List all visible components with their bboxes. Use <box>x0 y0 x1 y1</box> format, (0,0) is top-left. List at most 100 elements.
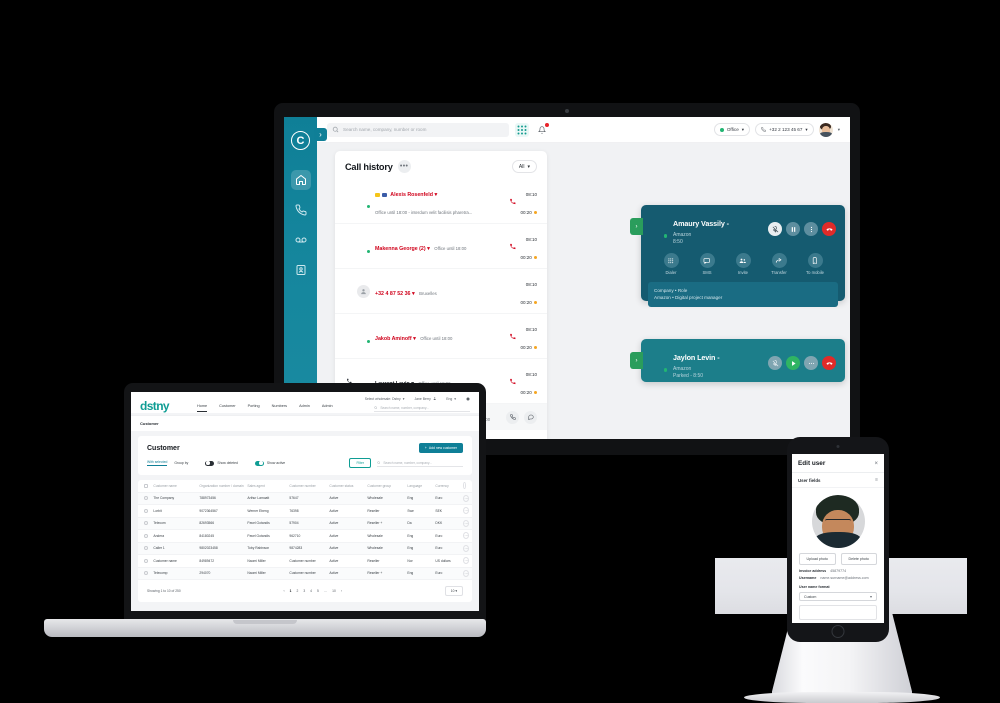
cell-org-number: 84989472 <box>199 558 215 563</box>
sidebar-item-voicemail[interactable] <box>291 230 311 250</box>
nav-search-input[interactable]: Search name, number, company... <box>374 404 470 412</box>
row-checkbox[interactable] <box>144 521 149 526</box>
select-all-checkbox[interactable] <box>144 483 149 488</box>
avatar <box>650 221 668 239</box>
notifications-button[interactable] <box>535 121 550 137</box>
filter-button[interactable]: Filter <box>349 458 371 468</box>
row-menu-button[interactable]: ⋯ <box>463 507 470 515</box>
tool-to-mobile[interactable]: To mobile <box>802 253 828 275</box>
sidebar-item-contacts[interactable] <box>291 260 311 280</box>
user-photo[interactable] <box>811 495 865 548</box>
row-menu-button[interactable]: ⋯ <box>463 569 470 577</box>
wholesale-selector[interactable]: Select wholesale: Dstny ▾ <box>365 397 405 401</box>
text-input[interactable] <box>799 605 877 620</box>
sidebar-item-home[interactable] <box>290 170 311 190</box>
table-row[interactable]: Andera 84180245 Pavel Gotandis 962710 Ac… <box>138 530 472 543</box>
phone-screen: Edit user × User fields ≡ Upload photo D… <box>792 454 884 623</box>
show-active-toggle[interactable] <box>254 460 264 466</box>
cell-customer-number: 9874283 <box>289 546 303 551</box>
per-page-selector[interactable]: 10 ▾ <box>444 586 463 596</box>
page-1[interactable]: 1 <box>290 589 292 593</box>
call-history-more-button[interactable]: ••• <box>397 160 411 173</box>
call-history-row[interactable]: Alexis Rosenfeld ▾ Office until 18:00 - … <box>335 179 547 224</box>
hangup-button[interactable] <box>822 222 836 236</box>
tool-transfer[interactable]: Transfer <box>766 253 792 275</box>
phone-number-selector[interactable]: +32 2 123 45 67 ▾ <box>755 123 814 136</box>
upload-photo-button[interactable]: Upload photo <box>799 553 836 565</box>
customer-header-card: Customer + Add new customer With selecte… <box>138 436 472 475</box>
row-menu-button[interactable]: ⋯ <box>463 532 470 540</box>
widget-expand-tab[interactable]: › <box>630 352 643 369</box>
hangup-button[interactable] <box>822 356 836 370</box>
add-customer-button[interactable]: + Add new customer <box>418 443 463 453</box>
table-row[interactable]: Customer name 84989472 Naomi Miller Cust… <box>138 555 472 568</box>
call-history-row[interactable]: Makenna George (2) ▾ Office until 18:00 … <box>335 224 547 269</box>
user-avatar[interactable] <box>818 122 833 137</box>
settings-button[interactable] <box>466 397 470 401</box>
call-history-row[interactable]: +32 4 87 52 36 ▾ Bruxelles 08:10 00:20 <box>335 269 547 314</box>
delete-photo-button[interactable]: Delete photo <box>840 553 877 565</box>
user-menu[interactable]: Jane Berry <box>414 397 436 401</box>
close-icon[interactable]: × <box>874 461 878 467</box>
page-prev[interactable]: ‹ <box>284 589 285 593</box>
row-checkbox[interactable] <box>144 533 149 538</box>
nav-admin-2[interactable]: Admin <box>322 404 333 412</box>
language-selector[interactable]: Eng ▾ <box>446 397 456 401</box>
page-5[interactable]: 5 <box>317 589 319 593</box>
row-checkbox[interactable] <box>144 508 149 513</box>
table-row[interactable]: Telecom 82693566 Pavel Gotandis 57904 Ac… <box>138 517 472 530</box>
table-row[interactable]: Lorbit 9072364567 Werner Ebeng 76398 Act… <box>138 505 472 518</box>
tool-sms[interactable]: SMS <box>694 253 720 275</box>
group-by-dropdown[interactable]: Group by <box>174 461 188 465</box>
chat-button[interactable] <box>524 410 537 424</box>
status-selector[interactable]: Office ▾ <box>713 123 751 136</box>
table-row[interactable]: Telecomp 294070 Naomi Miller Customer nu… <box>138 567 472 580</box>
row-menu-button[interactable]: ⋯ <box>463 544 470 552</box>
more-button[interactable] <box>804 356 818 370</box>
page-3[interactable]: 3 <box>303 589 305 593</box>
table-row[interactable]: Caller 1 9802023458 Toby Rabinson 987428… <box>138 542 472 555</box>
with-selected-dropdown[interactable]: With selected <box>147 460 168 466</box>
row-checkbox[interactable] <box>144 546 149 551</box>
nav-admin-1[interactable]: Admin <box>299 404 310 412</box>
sidebar-item-calls[interactable] <box>291 200 311 220</box>
call-history-row[interactable]: Jakob Aminoff ▾ Office until 18:00 08:10… <box>335 314 547 359</box>
show-deleted-toggle[interactable] <box>205 460 215 466</box>
nav-numbers[interactable]: Numbers <box>272 404 287 412</box>
tool-dialer[interactable]: Dialer <box>658 253 684 275</box>
row-menu-button[interactable]: ⋯ <box>463 519 470 527</box>
phone-home-button[interactable] <box>831 625 845 638</box>
tool-invite[interactable]: Invite <box>730 253 756 275</box>
nav-customer[interactable]: Customer <box>219 404 235 412</box>
cell-group: Reseller <box>367 508 380 513</box>
sidebar-expand-button[interactable]: › <box>314 128 327 141</box>
page-4[interactable]: 4 <box>310 589 312 593</box>
mute-button[interactable] <box>768 222 782 236</box>
row-checkbox[interactable] <box>144 558 149 563</box>
avatar-caret-icon[interactable]: ▾ <box>838 127 840 133</box>
search-input[interactable]: Search name, company, number or room <box>327 122 509 137</box>
dialpad-button[interactable] <box>515 122 529 137</box>
row-menu-button[interactable]: ⋯ <box>463 557 470 565</box>
mute-button[interactable] <box>768 356 782 370</box>
nav-search-placeholder: Search name, number, company... <box>380 405 429 410</box>
row-checkbox[interactable] <box>144 571 149 576</box>
page-10[interactable]: 10 <box>332 589 336 593</box>
resume-button[interactable] <box>786 356 800 370</box>
widget-expand-tab[interactable]: › <box>630 218 643 235</box>
row-menu-button[interactable]: ⋯ <box>463 494 470 502</box>
nav-porting[interactable]: Porting <box>248 404 260 412</box>
user-name-format-select[interactable]: Custom ▾ <box>799 592 877 601</box>
phone-section-header[interactable]: User fields ≡ <box>792 473 884 488</box>
row-checkbox[interactable] <box>144 496 149 501</box>
nav-home[interactable]: Home <box>197 404 208 412</box>
menu-icon[interactable]: ≡ <box>875 477 878 483</box>
table-row[interactable]: The Company 788973456 Arthur Lamoatt 576… <box>138 492 472 505</box>
table-search-input[interactable]: Search name, number, company... <box>377 460 463 467</box>
page-2[interactable]: 2 <box>296 589 298 593</box>
hold-button[interactable] <box>786 222 800 236</box>
page-next[interactable]: › <box>341 589 342 593</box>
more-button[interactable] <box>804 222 818 236</box>
call-button[interactable] <box>506 410 519 424</box>
call-history-filter[interactable]: All ▾ <box>511 160 537 173</box>
